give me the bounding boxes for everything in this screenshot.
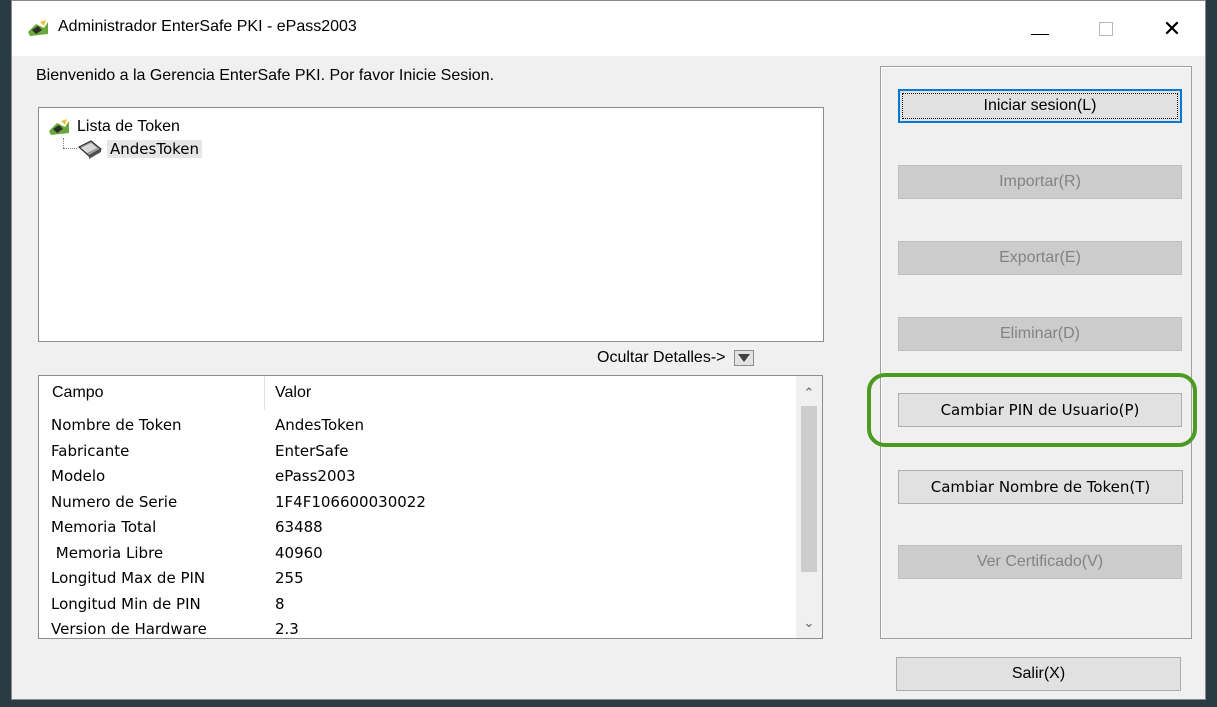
row-field: Version de Hardware [51,620,207,638]
delete-button-label: Eliminar(D) [1000,325,1080,342]
welcome-text: Bienvenido a la Gerencia EnterSafe PKI. … [36,67,495,84]
table-row[interactable]: Memoria Total 63488 [39,515,793,541]
row-value: 2.3 [275,620,299,638]
rename-token-button-label: Cambiar Nombre de Token(T) [930,478,1151,496]
rename-token-button[interactable]: Cambiar Nombre de Token(T) [898,470,1183,504]
details-toggle-label: Ocultar Detalles-> [597,349,726,366]
table-row[interactable]: Fabricante EnterSafe [39,439,793,465]
exit-button[interactable]: Salir(X) [896,657,1181,691]
row-field: Memoria Libre [51,543,164,562]
row-value: 255 [275,569,304,587]
usb-token-icon [77,140,103,159]
row-field: Memoria Total [51,518,157,536]
app-window: Administrador EnterSafe PKI - ePass2003 … [11,0,1206,700]
row-value: ePass2003 [275,467,356,485]
export-button-label: Exportar(E) [999,249,1081,266]
close-icon: ✕ [1162,16,1182,41]
column-header-field[interactable]: Campo [39,376,265,410]
row-field: Longitud Min de PIN [51,594,201,613]
table-row[interactable]: Longitud Min de PIN 8 [39,592,793,618]
import-button[interactable]: Importar(R) [898,165,1182,199]
annotation-highlight [867,373,1197,447]
table-row[interactable]: Memoria Libre 40960 [39,541,793,567]
focus-rect [902,93,1178,119]
details-toggle[interactable]: Ocultar Detalles-> [597,347,754,369]
chevron-up-icon[interactable]: ⌃ [796,382,822,404]
title-bar[interactable]: Administrador EnterSafe PKI - ePass2003 … [12,1,1205,56]
row-field: Fabricante [51,441,130,460]
tree-item-label: AndesToken [107,140,203,158]
login-button[interactable]: Iniciar sesion(L) [898,89,1182,123]
row-field: Numero de Serie [51,492,178,511]
vertical-scrollbar[interactable]: ⌃ ⌄ [796,376,822,638]
exit-button-label: Salir(X) [1011,665,1066,682]
token-list-icon [49,119,69,135]
tree-connector [63,138,64,148]
delete-button[interactable]: Eliminar(D) [898,317,1182,351]
app-icon [28,20,48,36]
row-field: Longitud Max de PIN [51,569,206,587]
minimize-icon [1031,34,1049,35]
view-certificate-button[interactable]: Ver Certificado(V) [898,545,1182,579]
minimize-button[interactable] [1011,1,1069,56]
table-row[interactable]: Nombre de Token AndesToken [39,413,793,439]
row-value: 8 [275,594,285,613]
row-value: 63488 [275,518,323,536]
row-field: Nombre de Token [51,416,182,434]
table-row[interactable]: Longitud Max de PIN 255 [39,566,793,592]
export-button[interactable]: Exportar(E) [898,241,1182,275]
row-field: Modelo [51,467,106,485]
chevron-down-icon[interactable] [733,350,754,366]
row-value: EnterSafe [275,441,349,460]
scrollbar-thumb[interactable] [801,406,817,572]
tree-connector [63,148,77,149]
table-row[interactable]: Numero de Serie 1F4F106600030022 [39,490,793,516]
details-list[interactable]: Campo Valor Nombre de Token AndesToken Fa… [38,375,823,639]
tree-root-label: Lista de Token [77,118,180,135]
maximize-button[interactable] [1077,1,1135,56]
tree-item-token[interactable]: AndesToken [77,138,203,160]
row-value: 40960 [275,543,323,562]
import-button-label: Importar(R) [999,173,1081,190]
table-row[interactable]: Version de Hardware 2.3 [39,617,793,638]
table-row[interactable]: Modelo ePass2003 [39,464,793,490]
tree-root-item[interactable]: Lista de Token [47,116,180,138]
view-certificate-button-label: Ver Certificado(V) [976,553,1104,570]
chevron-down-icon[interactable]: ⌄ [796,612,822,634]
details-rows: Nombre de Token AndesToken Fabricante Ente… [39,413,793,638]
maximize-icon [1099,22,1113,36]
window-title: Administrador EnterSafe PKI - ePass2003 [58,18,357,35]
close-button[interactable]: ✕ [1143,1,1201,56]
row-value: 1F4F106600030022 [275,492,426,511]
token-tree[interactable]: Lista de Token AndesToken [38,107,824,342]
column-header-value[interactable]: Valor [265,376,793,410]
row-value: AndesToken [275,416,365,434]
